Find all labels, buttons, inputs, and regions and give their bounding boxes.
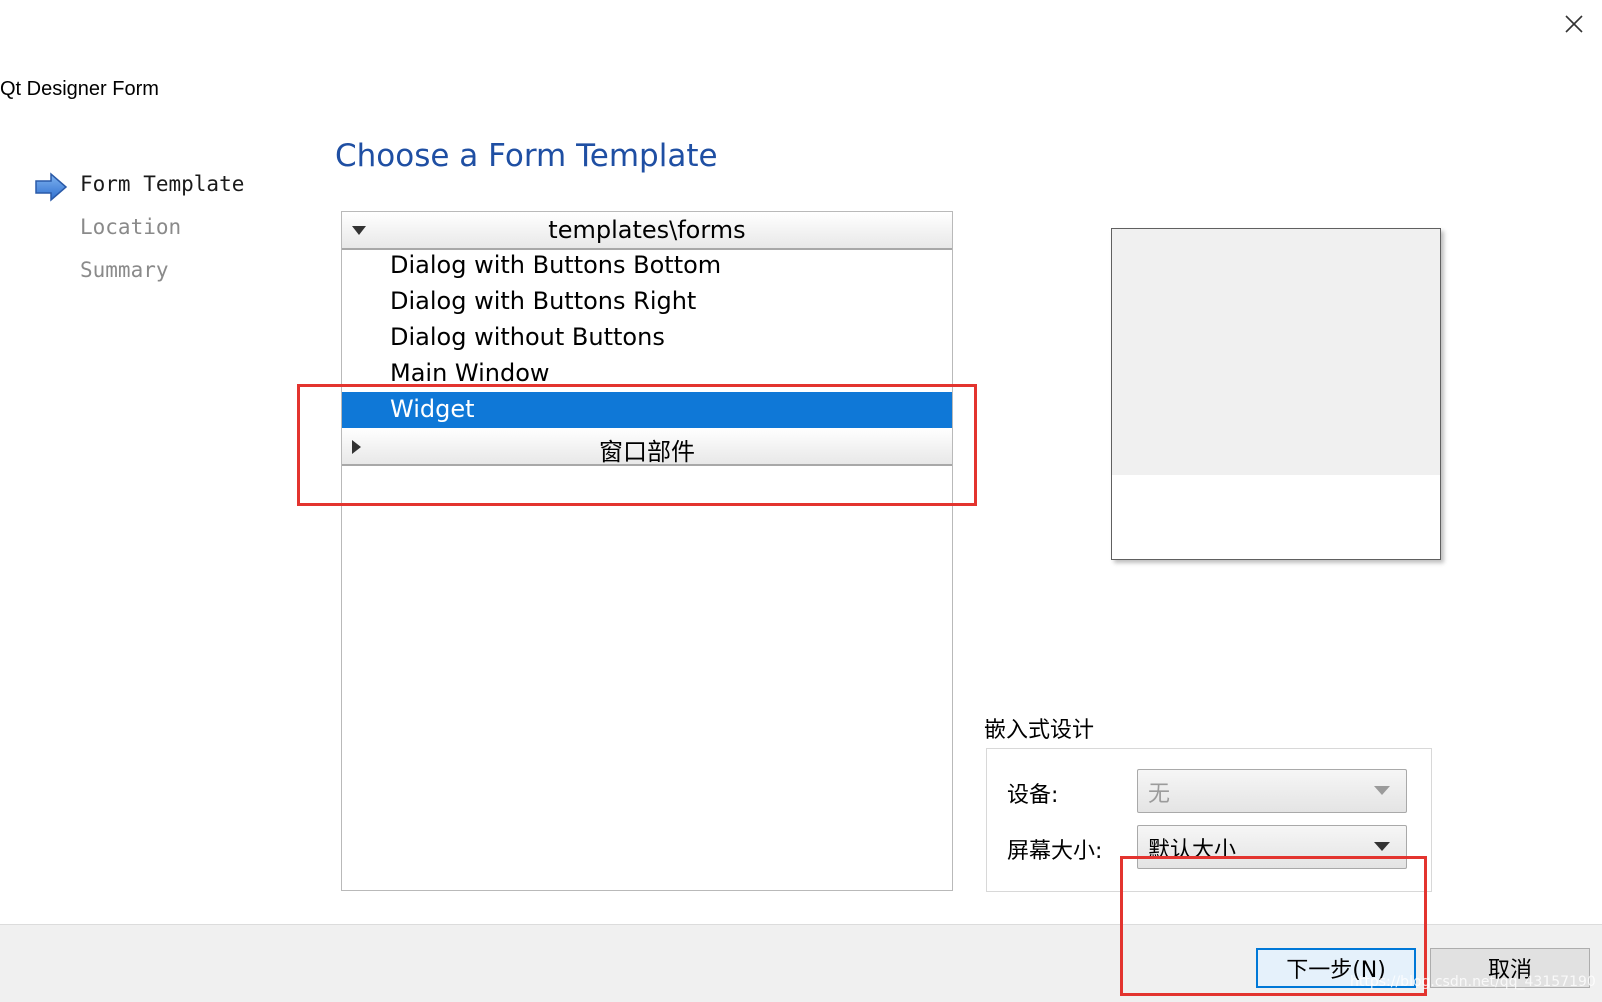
- step-summary: Summary: [80, 258, 169, 282]
- tree-item-dialog-buttons-bottom[interactable]: Dialog with Buttons Bottom: [342, 248, 952, 284]
- current-step-arrow-icon: [35, 172, 68, 202]
- screen-size-select-value: 默认大小: [1148, 838, 1237, 863]
- tree-item-label: Widget: [390, 395, 475, 423]
- device-select-value: 无: [1148, 782, 1171, 807]
- embedded-design-group: 设备: 无 屏幕大小: 默认大小: [986, 748, 1432, 892]
- tree-item-main-window[interactable]: Main Window: [342, 356, 952, 392]
- tree-group-label: 窗口部件: [599, 438, 695, 466]
- dialog-footer: 下一步(N) 取消: [0, 924, 1602, 1002]
- template-tree[interactable]: templates\forms Dialog with Buttons Bott…: [341, 211, 953, 891]
- screen-size-label: 屏幕大小:: [1007, 839, 1103, 864]
- device-select[interactable]: 无: [1137, 769, 1407, 813]
- window-title: Qt Designer Form: [0, 78, 159, 100]
- template-preview: [1111, 228, 1441, 560]
- close-button[interactable]: [1556, 6, 1592, 42]
- tree-item-label: Dialog with Buttons Right: [390, 287, 697, 315]
- watermark-text: https://blog.csdn.net/qq_43157190: [1350, 974, 1596, 990]
- page-title: Choose a Form Template: [335, 138, 718, 174]
- screen-size-select[interactable]: 默认大小: [1137, 825, 1407, 869]
- tree-item-label: Dialog with Buttons Bottom: [390, 251, 722, 279]
- tree-item-label: Dialog without Buttons: [390, 323, 665, 351]
- tree-item-label: Main Window: [390, 359, 550, 387]
- chevron-down-icon: [1374, 842, 1390, 851]
- preview-widget-area: [1112, 229, 1440, 475]
- tree-group-templates-forms[interactable]: templates\forms: [342, 212, 952, 250]
- step-location: Location: [80, 215, 182, 239]
- tree-group-label: templates\forms: [548, 216, 746, 244]
- tree-item-widget[interactable]: Widget: [342, 392, 952, 428]
- tree-item-dialog-buttons-right[interactable]: Dialog with Buttons Right: [342, 284, 952, 320]
- tree-item-dialog-without-buttons[interactable]: Dialog without Buttons: [342, 320, 952, 356]
- close-icon: [1565, 15, 1583, 33]
- tree-group-window-widgets[interactable]: 窗口部件: [342, 428, 952, 466]
- device-label: 设备:: [1007, 783, 1059, 808]
- embedded-design-title: 嵌入式设计: [984, 718, 1095, 743]
- step-form-template: Form Template: [80, 172, 245, 196]
- chevron-down-icon: [1374, 786, 1390, 795]
